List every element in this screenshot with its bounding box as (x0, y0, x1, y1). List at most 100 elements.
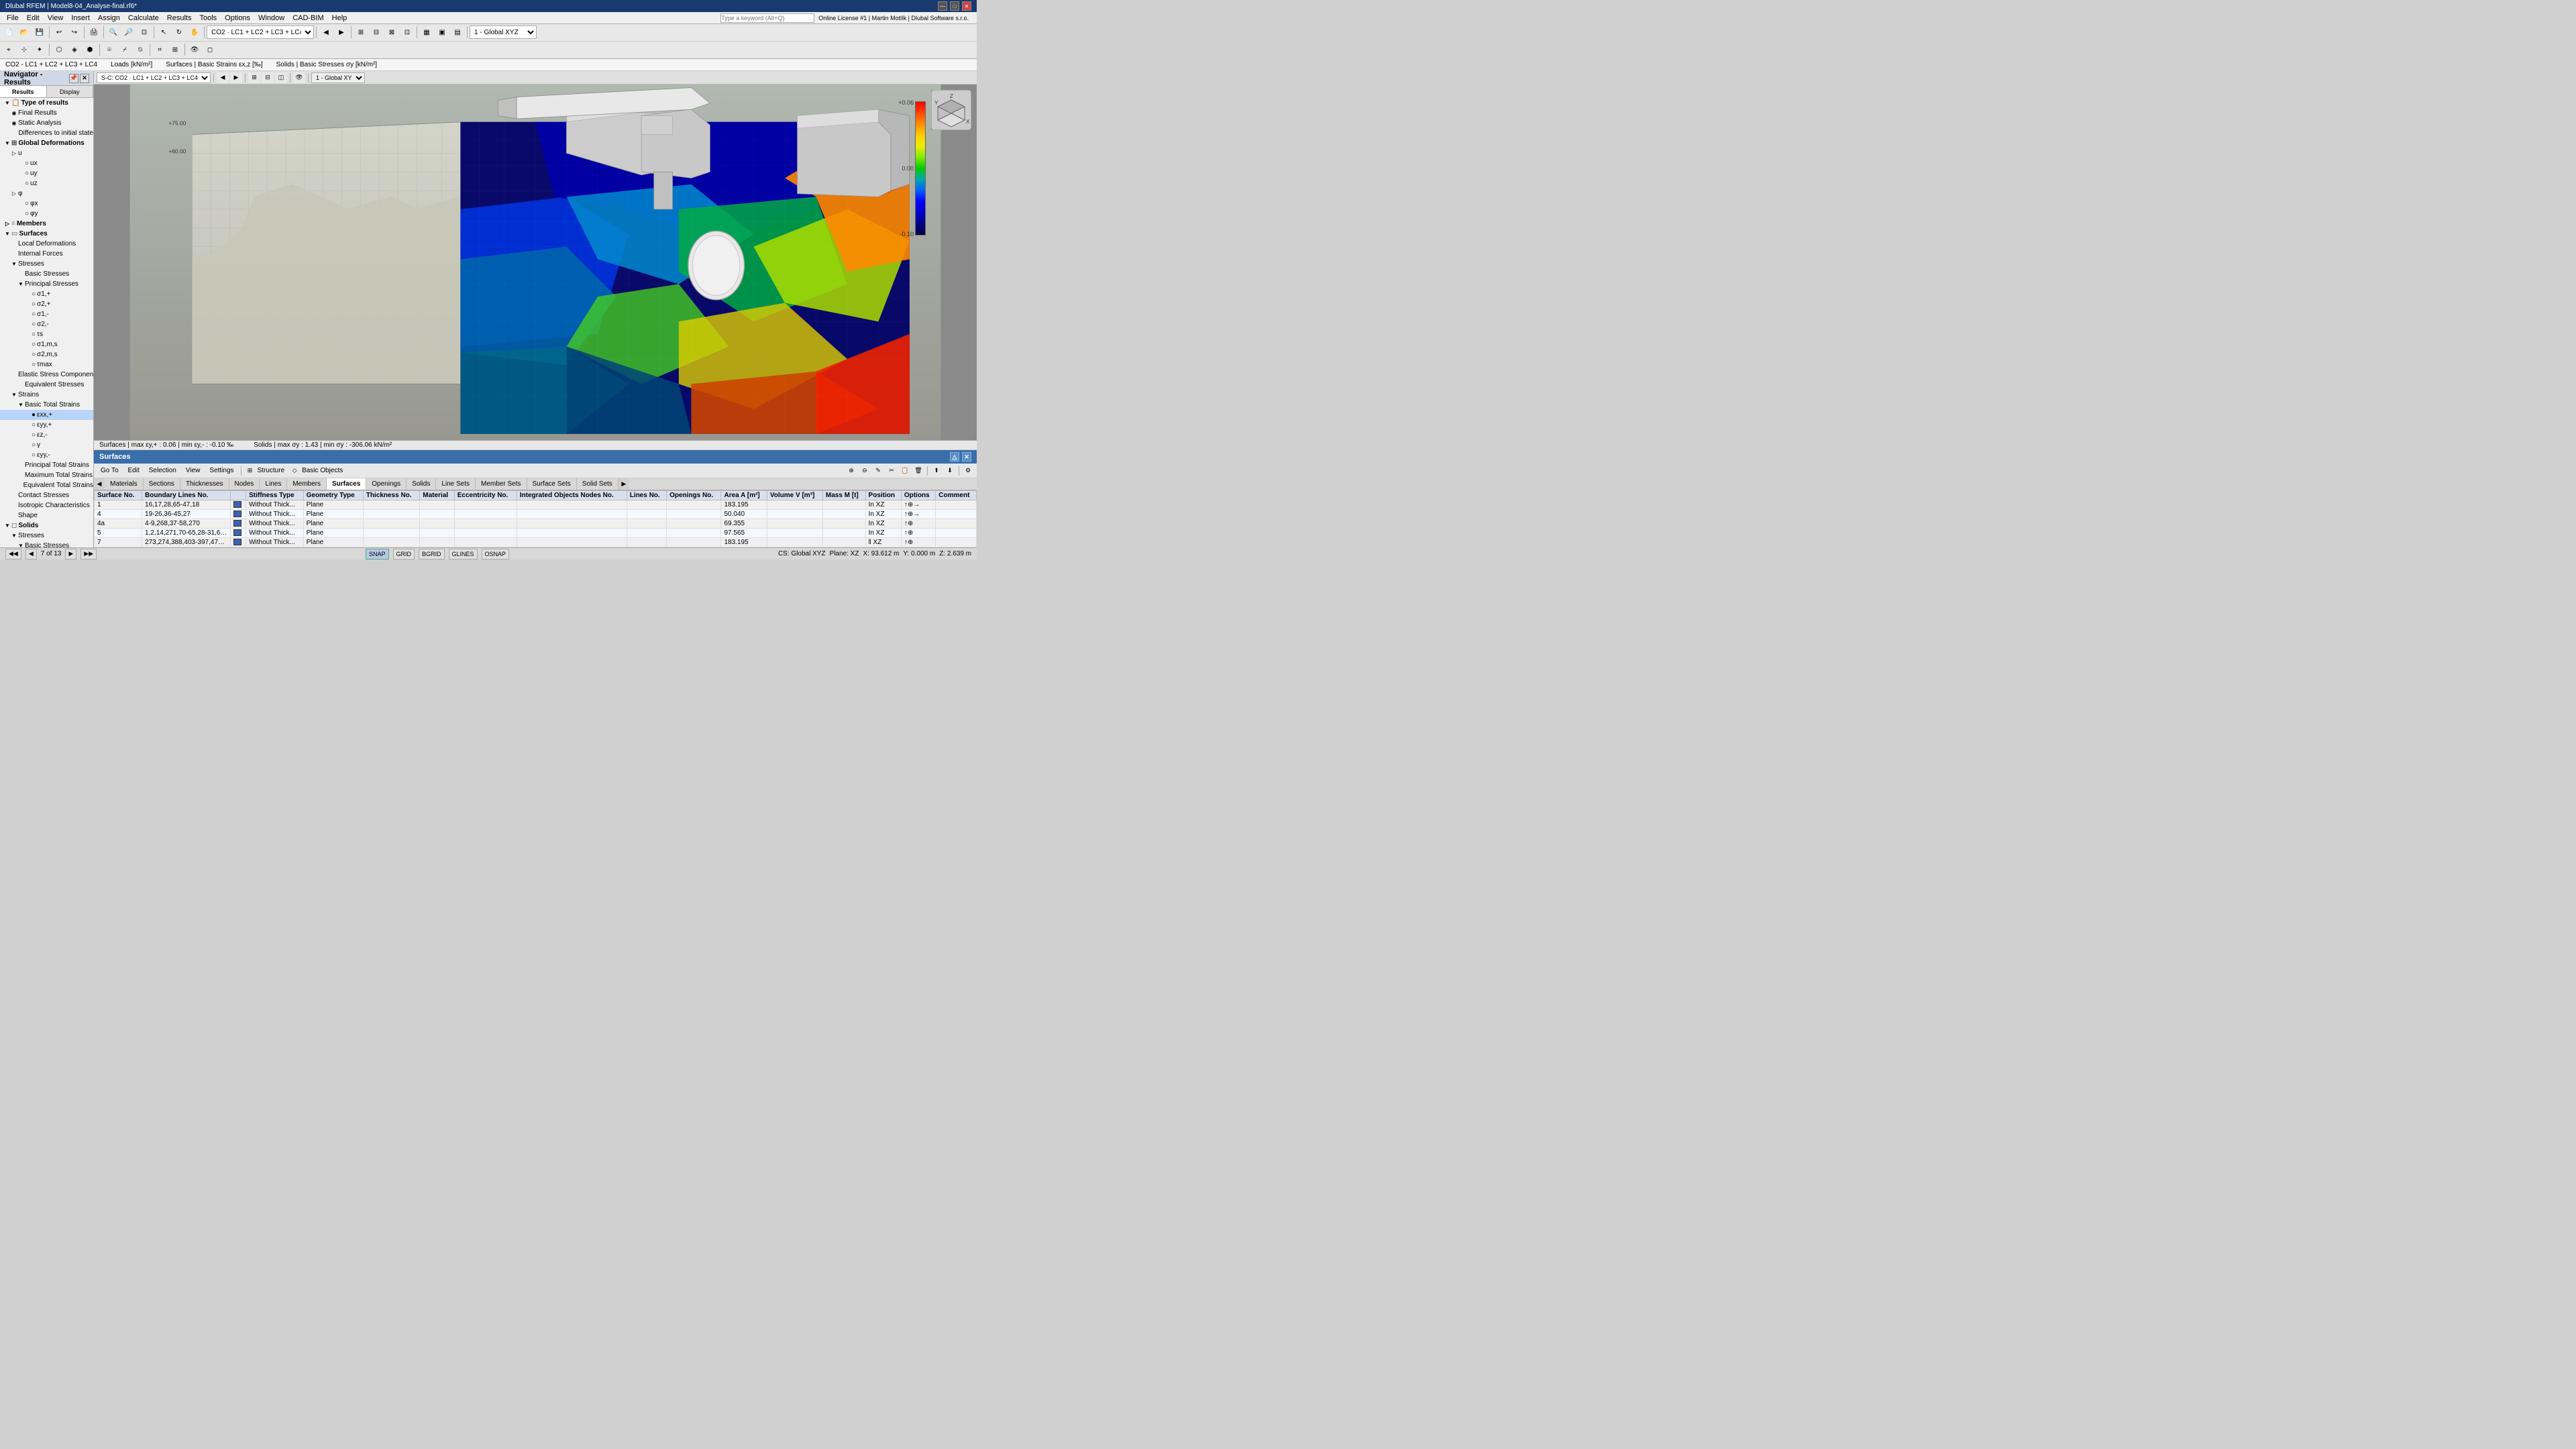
tab-members[interactable]: Members (287, 478, 327, 490)
vp-wire-btn[interactable]: ⊟ (262, 72, 274, 83)
surf-icon-3[interactable]: ✎ (872, 465, 884, 477)
menu-help[interactable]: Help (328, 12, 352, 23)
zoom-in-btn[interactable]: 🔍 (106, 25, 121, 40)
page-last-btn[interactable]: ▶▶ (80, 549, 97, 559)
view-combo[interactable]: 1 - Global XYZ (470, 25, 537, 39)
tb-btn-6[interactable]: ▣ (435, 25, 449, 40)
vp-btn-2[interactable]: ▶ (230, 72, 242, 83)
tb-btn-7[interactable]: ▤ (450, 25, 465, 40)
surf-icon-7[interactable]: ⬆ (930, 465, 943, 477)
tb2-3d-btn[interactable]: ◻ (203, 42, 217, 57)
tree-shape[interactable]: Shape (0, 511, 93, 521)
glines-btn[interactable]: GLINES (449, 549, 478, 559)
menu-tools[interactable]: Tools (195, 12, 221, 23)
tree-sigma1ms[interactable]: ○σ1,m,s (0, 339, 93, 350)
menu-view[interactable]: View (44, 12, 68, 23)
tree-phi[interactable]: ▷ φ (0, 189, 93, 199)
tb-btn-2[interactable]: ⊟ (369, 25, 384, 40)
prev-result-btn[interactable]: ◀ (319, 25, 333, 40)
tree-sigma1p[interactable]: ○σ1,+ (0, 289, 93, 299)
surf-basic-btn[interactable]: ◇ (288, 465, 301, 477)
menu-results[interactable]: Results (163, 12, 196, 23)
surfaces-settings[interactable]: Settings (205, 467, 237, 474)
tab-surfaces[interactable]: Surfaces (327, 478, 366, 490)
vp-render-btn[interactable]: ⊞ (248, 72, 260, 83)
vp-btn-1[interactable]: ◀ (217, 72, 229, 83)
tb2-btn-5[interactable]: ◈ (67, 42, 82, 57)
tab-solid-sets[interactable]: Solid Sets (577, 478, 619, 490)
tb2-btn-1[interactable]: ⌖ (1, 42, 16, 57)
osnap-btn[interactable]: OSNAP (482, 549, 510, 559)
tree-uy[interactable]: ○uy (0, 168, 93, 178)
menu-file[interactable]: File (3, 12, 23, 23)
tree-ez[interactable]: ○εz,- (0, 430, 93, 440)
tree-contact-stresses[interactable]: Contact Stresses (0, 490, 93, 500)
tree-global-deformations[interactable]: ▼ ⊞ Global Deformations (0, 138, 93, 148)
surfaces-edit[interactable]: Edit (124, 467, 144, 474)
table-row[interactable]: 7 273,274,388,403-397,470-459,275 Withou… (95, 538, 977, 547)
panel-close-btn[interactable]: ✕ (962, 452, 971, 462)
tree-static-analysis[interactable]: ◉ Static Analysis (0, 118, 93, 128)
next-result-btn[interactable]: ▶ (334, 25, 349, 40)
menu-calculate[interactable]: Calculate (124, 12, 163, 23)
tree-stresses[interactable]: ▼ Stresses (0, 259, 93, 269)
tree-basic-stresses[interactable]: Basic Stresses (0, 269, 93, 279)
tree-ux[interactable]: ○ux (0, 158, 93, 168)
table-row[interactable]: 5 1,2,14,271,70-65,28-31,66,69,262,263,2… (95, 529, 977, 538)
rotate-btn[interactable]: ↻ (172, 25, 186, 40)
tree-principal-total[interactable]: Principal Total Strains (0, 460, 93, 470)
panel-expand-btn[interactable]: △ (950, 452, 959, 462)
load-case-combo[interactable]: CO2 · LC1 + LC2 + LC3 + LC4 (207, 25, 314, 39)
tree-eyy[interactable]: ○εyy,+ (0, 420, 93, 430)
select-btn[interactable]: ↖ (156, 25, 171, 40)
page-next-btn[interactable]: ▶ (65, 549, 76, 559)
surf-icon-6[interactable]: 🗑 (912, 465, 924, 477)
tb-btn-1[interactable]: ⊞ (354, 25, 368, 40)
surf-icon-9[interactable]: ⚙ (962, 465, 974, 477)
table-row[interactable]: 1 16,17,28,65-47,18 Without Thick... Pla… (95, 500, 977, 510)
nav-pin-btn[interactable]: 📌 (69, 74, 78, 83)
surf-structure-btn[interactable]: ⊞ (244, 465, 256, 477)
tb2-btn-6[interactable]: ⬢ (83, 42, 97, 57)
tree-elastic-stress[interactable]: Elastic Stress Components (0, 370, 93, 380)
tree-local-deformations[interactable]: Local Deformations (0, 239, 93, 249)
search-input[interactable] (720, 13, 814, 23)
tab-openings[interactable]: Openings (366, 478, 407, 490)
tree-equiv-total[interactable]: Equivalent Total Strains (0, 480, 93, 490)
page-prev-btn[interactable]: ◀ (25, 549, 37, 559)
results-combo[interactable]: S-C: CO2 · LC1 + LC2 + LC3 + LC4 (97, 72, 211, 83)
tree-surfaces[interactable]: ▼ ▭ Surfaces (0, 229, 93, 239)
tree-phiy[interactable]: ○φy (0, 209, 93, 219)
print-btn[interactable]: 🖨 (87, 25, 101, 40)
tab-materials[interactable]: Materials (105, 478, 144, 490)
tab-sections[interactable]: Sections (144, 478, 180, 490)
vp-view-combo[interactable]: 1 - Global XYZ (311, 72, 365, 83)
grid-btn[interactable]: GRID (393, 549, 415, 559)
viewport-content[interactable]: +75.00 +60.00 Y (94, 85, 977, 440)
tree-phix[interactable]: ○φx (0, 199, 93, 209)
surfaces-view[interactable]: View (182, 467, 205, 474)
open-btn[interactable]: 📂 (17, 25, 32, 40)
tree-u[interactable]: ▷ u (0, 148, 93, 158)
tb2-btn-4[interactable]: ⬡ (52, 42, 66, 57)
surf-icon-1[interactable]: ⊕ (845, 465, 857, 477)
tree-maximum-total[interactable]: Maximum Total Strains (0, 470, 93, 480)
menu-assign[interactable]: Assign (94, 12, 124, 23)
tab-nav-left[interactable]: ◀ (94, 478, 105, 490)
tb-btn-3[interactable]: ⊠ (384, 25, 399, 40)
vp-view-btn[interactable]: 👁 (293, 72, 305, 83)
menu-insert[interactable]: Insert (67, 12, 94, 23)
tree-differences[interactable]: Differences to initial state (0, 128, 93, 138)
tree-eyyp[interactable]: ○εyy,- (0, 450, 93, 460)
tb2-grid-btn[interactable]: ⊞ (168, 42, 182, 57)
zoom-fit-btn[interactable]: ⊡ (137, 25, 152, 40)
surf-icon-2[interactable]: ⊖ (859, 465, 871, 477)
tb2-view-btn[interactable]: 👁 (187, 42, 202, 57)
surf-icon-8[interactable]: ⬇ (944, 465, 956, 477)
tree-gamma[interactable]: ○γ (0, 440, 93, 450)
tab-solids[interactable]: Solids (407, 478, 436, 490)
tab-thicknesses[interactable]: Thicknesses (180, 478, 229, 490)
surfaces-goto[interactable]: Go To (97, 467, 123, 474)
tb2-btn-9[interactable]: ⍉ (133, 42, 148, 57)
tab-lines[interactable]: Lines (260, 478, 287, 490)
